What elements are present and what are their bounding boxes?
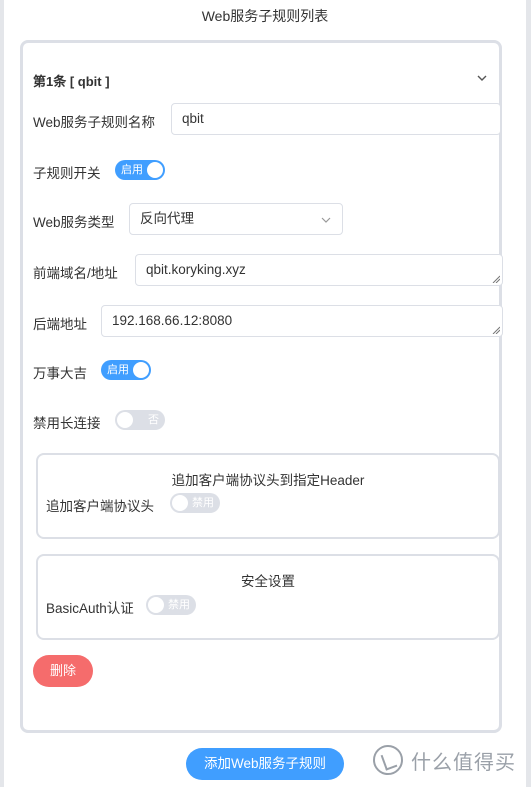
basicauth-switch[interactable]: 禁用 [146, 595, 196, 615]
rule-header[interactable]: 第1条 [ qbit ] [33, 71, 110, 90]
resize-grip-icon[interactable] [492, 275, 500, 283]
delete-button[interactable]: 删除 [33, 655, 93, 687]
wanshi-switch[interactable]: 启用 [101, 360, 151, 380]
chevron-down-icon[interactable] [475, 71, 489, 85]
wanshi-label: 万事大吉 [33, 366, 87, 381]
service-type-label: Web服务类型 [33, 215, 115, 230]
keepalive-label: 禁用长连接 [33, 416, 101, 431]
basicauth-label: BasicAuth认证 [46, 601, 134, 616]
logo-icon [373, 745, 403, 775]
switch-knob [148, 597, 164, 613]
switch-knob [172, 495, 188, 511]
rule-name-input[interactable]: qbit [171, 103, 501, 135]
switch-text: 启用 [121, 164, 143, 176]
chevron-down-icon [321, 217, 331, 223]
watermark: 什么值得买 [373, 744, 516, 776]
rule-enable-label: 子规则开关 [33, 166, 101, 181]
switch-knob [147, 162, 163, 178]
service-type-value: 反向代理 [140, 211, 194, 226]
header-field-label: 追加客户端协议头 [46, 499, 154, 514]
security-box-title: 安全设置 [241, 574, 295, 589]
switch-text: 禁用 [192, 497, 214, 509]
add-rule-button[interactable]: 添加Web服务子规则 [186, 748, 344, 780]
switch-knob [117, 412, 133, 428]
header-box-title: 追加客户端协议头到指定Header [171, 473, 365, 488]
rule-enable-switch[interactable]: 启用 [115, 160, 165, 180]
switch-text: 启用 [107, 364, 129, 376]
resize-grip-icon[interactable] [492, 326, 500, 334]
page-title: Web服务子规则列表 [201, 8, 329, 24]
main-panel: Web服务子规则列表 第1条 [ qbit ] Web服务子规则名称 qbit … [4, 0, 526, 787]
switch-knob [133, 362, 149, 378]
header-switch[interactable]: 禁用 [170, 493, 220, 513]
switch-text: 禁用 [168, 599, 190, 611]
frontend-input[interactable]: qbit.koryking.xyz [135, 254, 503, 286]
watermark-text: 什么值得买 [411, 751, 516, 774]
service-type-select[interactable]: 反向代理 [129, 203, 343, 235]
rule-name-label: Web服务子规则名称 [33, 115, 156, 130]
header-settings-box: 追加客户端协议头到指定Header 追加客户端协议头 禁用 [36, 453, 500, 539]
keepalive-switch[interactable]: 否 [115, 410, 165, 430]
backend-value: 192.168.66.12:8080 [112, 313, 233, 328]
frontend-value: qbit.koryking.xyz [146, 262, 246, 277]
rule-card: 第1条 [ qbit ] Web服务子规则名称 qbit 子规则开关 启用 We… [20, 40, 503, 733]
backend-label: 后端地址 [33, 317, 87, 332]
switch-text: 否 [148, 414, 159, 426]
backend-input[interactable]: 192.168.66.12:8080 [101, 305, 503, 337]
frontend-label: 前端域名/地址 [33, 266, 118, 281]
security-settings-box: 安全设置 BasicAuth认证 禁用 [36, 554, 500, 640]
